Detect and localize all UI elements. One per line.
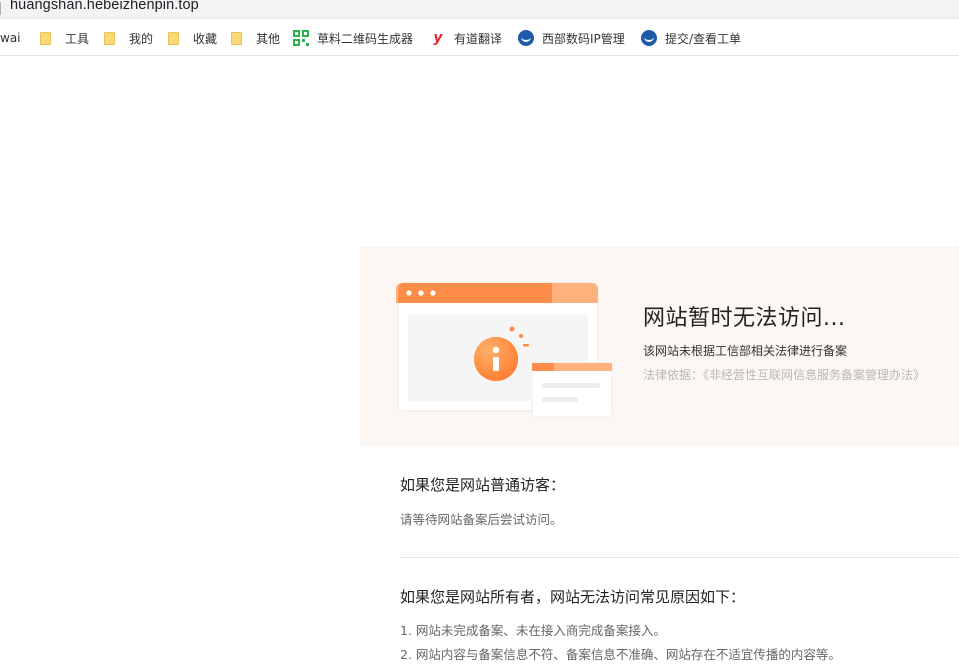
bookmark-youdao[interactable]: y 有道翻译	[430, 27, 502, 49]
owner-reason-1: 1. 网站未完成备案、未在接入商完成备案接入。	[400, 623, 666, 638]
bookmark-west-ticket[interactable]: 提交/查看工单	[641, 27, 741, 49]
west-digital-icon	[641, 30, 657, 46]
address-bar[interactable]: huangshan.hebeizhenpin.top	[0, 0, 959, 19]
folder-icon	[168, 31, 179, 45]
banner-subtitle: 该网站未根据工信部相关法律进行备案	[643, 344, 848, 358]
bookmarks-bar: wai 工具 我的 收藏 其他 草料二维码生成器 y 有道翻译 西部数码IP管理…	[0, 27, 959, 49]
folder-icon	[40, 31, 51, 45]
folder-icon	[231, 31, 242, 45]
bookmark-folder-favorites[interactable]: 收藏	[168, 27, 217, 49]
visitor-heading: 如果您是网站普通访客：	[400, 476, 566, 494]
bookmark-label: 收藏	[193, 31, 218, 46]
page-title: 网站暂时无法访问...	[643, 306, 846, 331]
section-divider	[400, 557, 959, 558]
bookmark-folder-mine[interactable]: 我的	[104, 27, 153, 49]
owner-heading: 如果您是网站所有者，网站无法访问常见原因如下：	[400, 588, 746, 606]
bookmark-label: 我的	[129, 31, 154, 46]
bookmark-label: wai	[0, 31, 21, 45]
visitor-text: 请等待网站备案后尝试访问。	[400, 512, 563, 527]
west-digital-icon	[518, 30, 534, 46]
legal-basis: 法律依据：《非经营性互联网信息服务备案管理办法》	[643, 368, 926, 382]
bookmark-label: 有道翻译	[454, 31, 503, 46]
bookmark-label: 西部数码IP管理	[542, 31, 625, 46]
bookmark-label: 其他	[256, 31, 281, 46]
browser-chrome: huangshan.hebeizhenpin.top wai 工具 我的 收藏 …	[0, 0, 959, 56]
owner-reason-2: 2. 网站内容与备案信息不符、备案信息不准确、网站存在不适宜传播的内容等。	[400, 647, 841, 662]
bookmark-label: 草料二维码生成器	[317, 31, 414, 46]
browser-info-illustration	[396, 282, 613, 418]
bookmark-west-ip[interactable]: 西部数码IP管理	[518, 27, 625, 49]
notice-banner: 网站暂时无法访问... 该网站未根据工信部相关法律进行备案 法律依据：《非经营性…	[360, 247, 959, 446]
bookmark-label: 提交/查看工单	[665, 31, 742, 46]
youdao-icon: y	[433, 30, 443, 46]
bookmark-folder-other[interactable]: 其他	[231, 27, 280, 49]
bookmark-folder-tools[interactable]: 工具	[40, 27, 89, 49]
url-text[interactable]: huangshan.hebeizhenpin.top	[10, 0, 199, 13]
bookmark-wai[interactable]: wai	[0, 27, 21, 49]
address-bar-divider	[0, 2, 1, 15]
bookmark-label: 工具	[65, 31, 90, 46]
bookmark-qrcode[interactable]: 草料二维码生成器	[293, 27, 413, 49]
qrcode-icon	[293, 30, 309, 46]
folder-icon	[104, 31, 115, 45]
